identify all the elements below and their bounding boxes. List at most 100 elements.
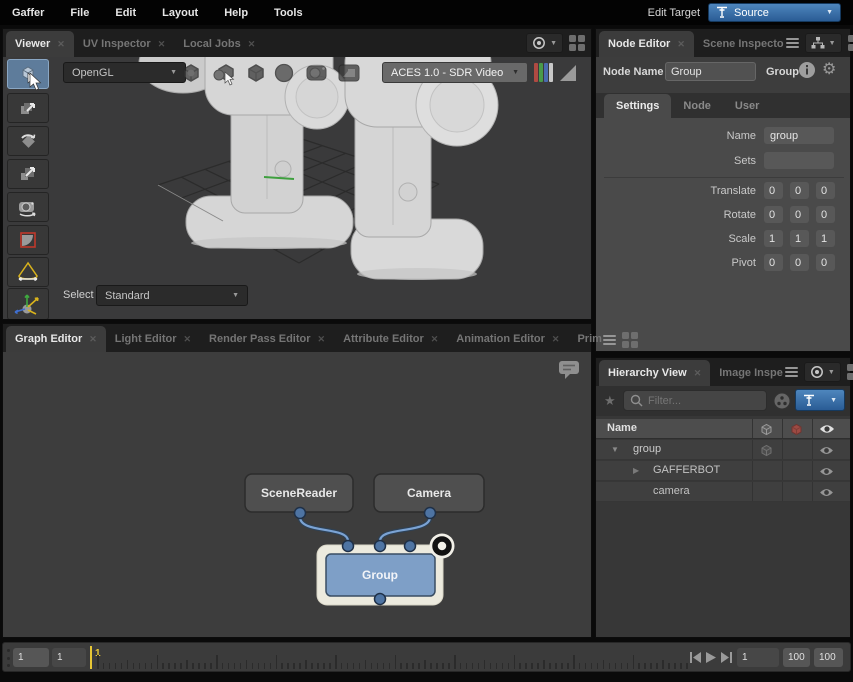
node-name-input[interactable] <box>665 62 756 81</box>
expander-open-icon[interactable]: ▼ <box>611 445 619 454</box>
pivot-z-field[interactable]: 0 <box>816 254 835 271</box>
tree-row-camera[interactable]: camera <box>596 482 850 502</box>
tab-local-jobs[interactable]: Local Jobs✕ <box>174 31 264 57</box>
viewer-target-menu[interactable]: ▼ <box>526 33 563 53</box>
tree-row-group[interactable]: ▼ group <box>596 440 850 460</box>
close-icon[interactable]: ✕ <box>552 334 560 345</box>
panel-menu-icon[interactable] <box>785 367 798 377</box>
panel-menu-icon[interactable] <box>786 38 799 48</box>
layout-grid-icon[interactable] <box>622 332 638 348</box>
translate-tool-button[interactable] <box>7 93 49 123</box>
rgb-channels-icon[interactable] <box>534 62 554 83</box>
play-icon[interactable] <box>705 651 717 664</box>
viewport-3d[interactable] <box>55 57 591 319</box>
output-port[interactable] <box>425 508 436 519</box>
node-camera[interactable]: Camera <box>374 474 484 519</box>
scale-x-field[interactable]: 1 <box>764 230 783 247</box>
scale-tool-button[interactable] <box>7 159 49 189</box>
connection-wires[interactable] <box>300 517 430 541</box>
hierarchy-target-menu[interactable]: ▼ <box>804 362 841 382</box>
close-icon[interactable]: ✕ <box>89 334 97 345</box>
draw-mode-solid-cube-button[interactable] <box>244 61 268 88</box>
tree-row-gafferbot[interactable]: ▶ GAFFERBOT <box>596 461 850 481</box>
menu-gaffer[interactable]: Gaffer <box>12 7 58 19</box>
focus-ring-icon[interactable] <box>430 534 455 559</box>
filter-input[interactable] <box>648 395 748 407</box>
light-cone-tool-button[interactable] <box>7 257 49 287</box>
pivot-x-field[interactable]: 0 <box>764 254 783 271</box>
tab-animation-editor[interactable]: Animation Editor✕ <box>447 326 568 352</box>
scene-source-dropdown[interactable]: ▼ <box>795 389 845 411</box>
visible-eye-icon[interactable] <box>819 445 834 456</box>
tab-graph-editor[interactable]: Graph Editor✕ <box>6 326 106 352</box>
node-editor-mode-menu[interactable]: ▼ <box>805 33 842 53</box>
exclusions-column-icon[interactable] <box>789 422 804 437</box>
gamma-ramp-icon[interactable] <box>559 64 577 82</box>
skip-to-end-icon[interactable] <box>720 651 734 664</box>
draw-mode-select-button[interactable] <box>211 60 237 89</box>
draw-mode-sphere-button[interactable] <box>273 62 295 87</box>
tab-viewer[interactable]: Viewer✕ <box>6 31 74 57</box>
node-group-selected[interactable]: Group <box>317 534 455 606</box>
rotate-z-field[interactable]: 0 <box>816 206 835 223</box>
close-icon[interactable]: ✕ <box>184 334 192 345</box>
grip-handle[interactable] <box>7 649 11 667</box>
menu-edit[interactable]: Edit <box>115 7 150 19</box>
translate-z-field[interactable]: 0 <box>816 182 835 199</box>
visible-eye-icon[interactable] <box>819 487 834 498</box>
scale-z-field[interactable]: 1 <box>816 230 835 247</box>
rotate-x-field[interactable]: 0 <box>764 206 783 223</box>
close-icon[interactable]: ✕ <box>318 334 326 345</box>
selection-tool-button[interactable] <box>7 59 49 89</box>
translate-x-field[interactable]: 0 <box>764 182 783 199</box>
tab-light-editor[interactable]: Light Editor✕ <box>106 326 200 352</box>
expander-closed-icon[interactable]: ▶ <box>633 466 639 475</box>
start-frame-field[interactable]: 1 <box>13 648 49 667</box>
draw-mode-image-button[interactable] <box>337 62 361 87</box>
output-port[interactable] <box>375 594 386 605</box>
subtab-settings[interactable]: Settings <box>604 94 671 118</box>
menu-tools[interactable]: Tools <box>274 7 317 19</box>
playhead[interactable] <box>90 646 92 669</box>
close-icon[interactable]: ✕ <box>57 39 65 50</box>
tab-hierarchy-view[interactable]: Hierarchy View✕ <box>599 360 710 386</box>
draw-mode-camera-button[interactable] <box>304 61 330 88</box>
timeline-ruler[interactable] <box>97 647 687 669</box>
close-icon[interactable]: ✕ <box>431 334 439 345</box>
node-scenereader[interactable]: SceneReader <box>245 474 353 519</box>
gear-icon[interactable]: ⚙ <box>822 59 836 79</box>
end-frame-field-2[interactable]: 100 <box>814 648 843 667</box>
collapse-all-icon[interactable] <box>773 392 791 410</box>
skip-to-start-icon[interactable] <box>689 651 703 664</box>
layout-grid-icon[interactable] <box>847 364 853 380</box>
tab-render-pass-editor[interactable]: Render Pass Editor✕ <box>200 326 334 352</box>
tab-uv-inspector[interactable]: UV Inspector✕ <box>74 31 174 57</box>
tab-attribute-editor[interactable]: Attribute Editor✕ <box>334 326 447 352</box>
info-icon[interactable] <box>798 61 816 79</box>
filter-field[interactable] <box>623 390 767 411</box>
display-transform-dropdown[interactable]: ACES 1.0 - SDR Video▼ <box>382 62 528 83</box>
camera-tool-button[interactable] <box>7 192 49 222</box>
visibility-column-eye-icon[interactable] <box>819 423 835 435</box>
close-icon[interactable]: ✕ <box>694 368 702 379</box>
tab-node-editor[interactable]: Node Editor✕ <box>599 31 694 57</box>
draw-mode-wireframe-cube-button[interactable] <box>179 61 203 88</box>
translate-y-field[interactable]: 0 <box>790 182 809 199</box>
crop-window-tool-button[interactable] <box>7 225 49 255</box>
panel-menu-icon[interactable] <box>603 335 616 345</box>
sets-input[interactable] <box>764 152 834 169</box>
name-column-header[interactable]: Name <box>607 422 637 434</box>
input-port[interactable] <box>343 541 354 552</box>
input-port[interactable] <box>405 541 416 552</box>
output-port[interactable] <box>295 508 306 519</box>
light-position-tool-button[interactable] <box>7 288 49 319</box>
pivot-y-field[interactable]: 0 <box>790 254 809 271</box>
menu-layout[interactable]: Layout <box>162 7 212 19</box>
tab-scene-inspector[interactable]: Scene Inspecto <box>694 31 786 57</box>
rotate-tool-button[interactable] <box>7 126 49 156</box>
inclusions-icon[interactable] <box>759 443 774 458</box>
layout-grid-icon[interactable] <box>848 35 853 51</box>
end-frame-field[interactable]: 100 <box>783 648 810 667</box>
rotate-y-field[interactable]: 0 <box>790 206 809 223</box>
name-input[interactable] <box>764 127 834 144</box>
